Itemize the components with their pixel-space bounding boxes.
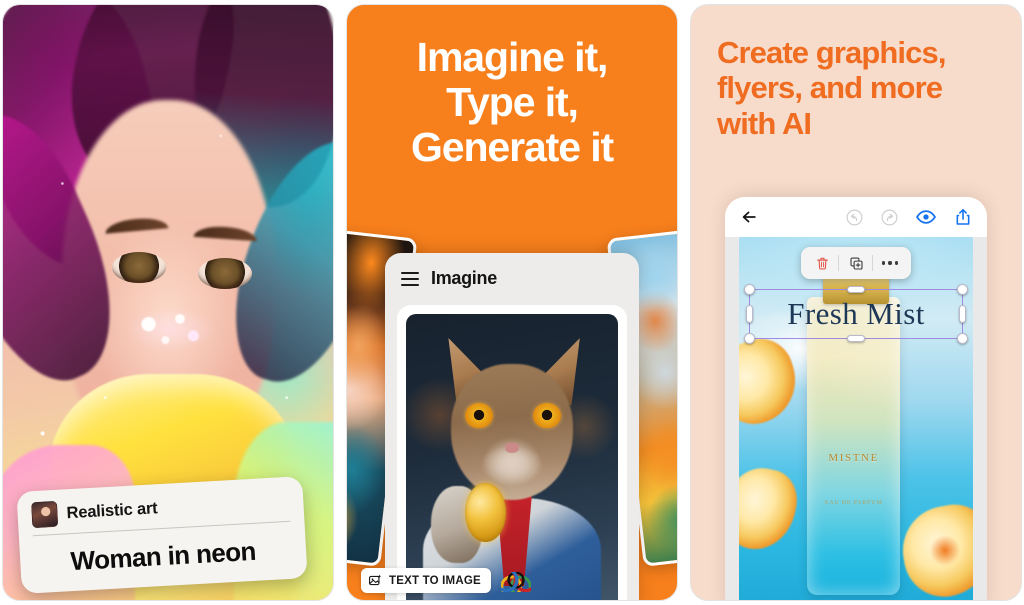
panel-ai-portrait-preview[interactable]: Realistic art Woman in neon [2, 4, 334, 601]
delete-trash-icon[interactable] [805, 252, 839, 274]
resize-handle-top[interactable] [847, 286, 865, 293]
resize-handle-top-right[interactable] [957, 284, 968, 295]
generated-image-card[interactable] [397, 305, 627, 600]
text-to-image-badge-label: TEXT TO IMAGE [389, 574, 481, 587]
cat-nose [504, 442, 520, 453]
ellipsis-dots [881, 261, 899, 265]
design-editor-phone-mockup: MISTNE EAU DE PARFUM Fresh Mist [725, 197, 987, 600]
headline-line-2: Type it, [446, 79, 579, 126]
olympic-cat-artwork [406, 314, 618, 600]
resize-handle-bottom-left[interactable] [744, 333, 755, 344]
imagine-phone-mockup: Imagine [385, 253, 639, 600]
flower-decoration [895, 498, 973, 600]
bottle-sub-label: EAU DE PARFUM [824, 499, 883, 506]
undo-icon[interactable] [845, 208, 864, 227]
olympic-rings-icon [501, 571, 532, 593]
preview-eye-icon[interactable] [915, 206, 937, 228]
hamburger-menu-icon[interactable] [401, 271, 419, 286]
back-arrow-icon[interactable] [739, 207, 759, 227]
app-store-screenshot-gallery: Realistic art Woman in neon Imagine it, … [0, 0, 1024, 605]
headline-line-3: with AI [717, 105, 812, 141]
text-to-image-icon [369, 574, 382, 586]
resize-handle-bottom-right[interactable] [957, 333, 968, 344]
more-options-icon[interactable] [873, 252, 907, 274]
cat-eye-left [465, 402, 493, 428]
resize-handle-bottom[interactable] [847, 335, 865, 342]
editor-toolbar [725, 197, 987, 237]
panel-headline: Create graphics, flyers, and more with A… [691, 5, 1021, 141]
headline-line-3: Generate it [410, 124, 614, 171]
object-context-toolbar[interactable] [801, 247, 911, 279]
flower-decoration [739, 461, 803, 557]
imagine-app-topbar: Imagine [385, 253, 639, 302]
headline-line-1: Create graphics, [717, 35, 946, 70]
panel-create-graphics-with-ai[interactable]: Create graphics, flyers, and more with A… [690, 4, 1022, 601]
panel-imagine-text-to-image[interactable]: Imagine it, Type it, Generate it Imagine [346, 4, 678, 601]
bottle-brand-label: MISTNE [828, 451, 879, 464]
cat-eye-right [533, 402, 561, 428]
duplicate-icon[interactable] [839, 252, 873, 274]
imagine-app-title: Imagine [431, 268, 497, 288]
resize-handle-top-left[interactable] [744, 284, 755, 295]
resize-handle-left[interactable] [746, 305, 753, 323]
gold-medal [465, 482, 506, 542]
share-icon[interactable] [953, 207, 973, 227]
flower-decoration [739, 331, 806, 434]
selected-text-object[interactable]: Fresh Mist [744, 284, 968, 344]
headline-line-1: Imagine it, [416, 34, 609, 80]
text-object-label: Fresh Mist [787, 296, 925, 331]
panel-headline: Imagine it, Type it, Generate it [347, 5, 677, 170]
prompt-style-label: Realistic art [66, 498, 158, 522]
portrait-thumbnail-icon [30, 500, 59, 529]
text-to-image-badge[interactable]: TEXT TO IMAGE [361, 568, 491, 593]
redo-icon[interactable] [880, 208, 899, 227]
resize-handle-right[interactable] [959, 305, 966, 323]
prompt-card[interactable]: Realistic art Woman in neon [16, 476, 308, 594]
headline-line-2: flyers, and more [717, 70, 943, 106]
